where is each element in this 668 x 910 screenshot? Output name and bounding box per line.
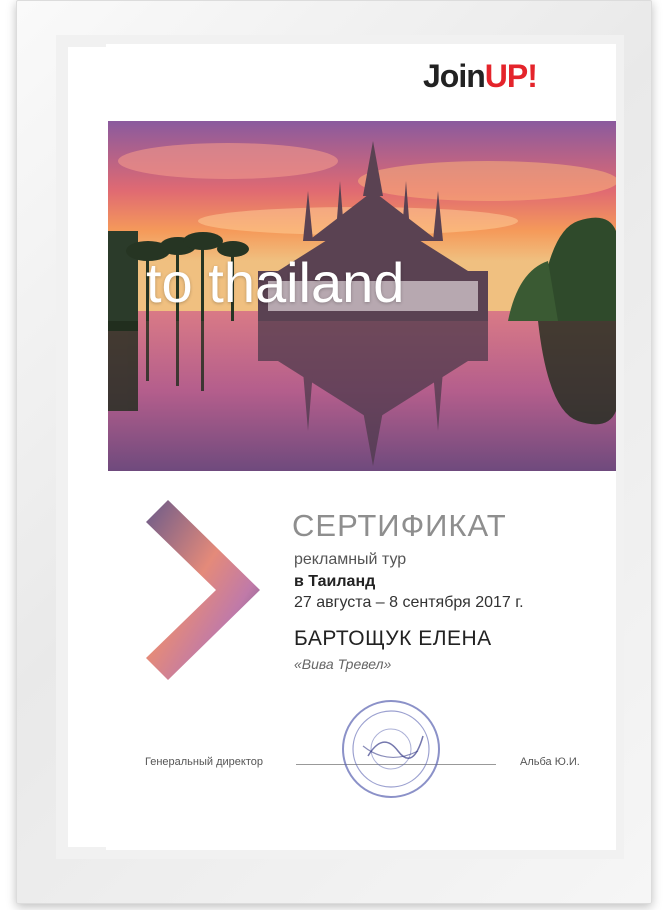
recipient-company: «Вива Тревел» bbox=[294, 656, 392, 672]
joinup-logo: JoinUP! bbox=[423, 58, 538, 95]
logo-text-up: UP! bbox=[484, 58, 538, 94]
chevron-arrow-graphic bbox=[146, 500, 264, 680]
signer-position: Генеральный директор bbox=[145, 756, 263, 768]
logo-text-join: Join bbox=[423, 58, 486, 94]
photo-caption: to thailand bbox=[146, 251, 405, 314]
recipient-name: БАРТОЩУК ЕЛЕНА bbox=[294, 627, 492, 650]
tour-type: рекламный тур bbox=[294, 551, 407, 568]
certificate-title: СЕРТИФИКАТ bbox=[292, 508, 507, 543]
tour-dates: 27 августа – 8 сентября 2017 г. bbox=[294, 594, 524, 611]
signer-name: Альба Ю.И. bbox=[520, 756, 580, 768]
tour-destination: в Таиланд bbox=[294, 573, 376, 590]
company-seal-stamp bbox=[338, 696, 444, 802]
seal-icon bbox=[342, 700, 440, 798]
chevron-icon bbox=[146, 500, 260, 680]
